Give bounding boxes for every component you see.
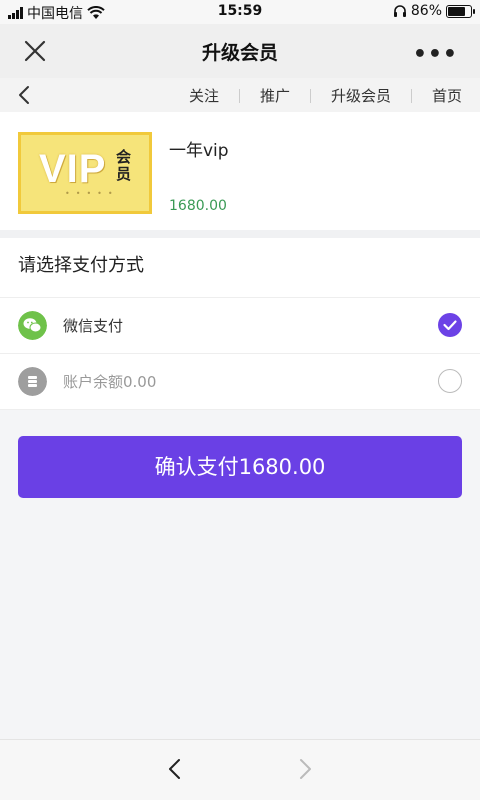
wechat-icon (18, 311, 47, 340)
nav-divider (410, 88, 412, 103)
payment-section-title: 请选择支付方式 (0, 238, 480, 298)
radio-checked-icon[interactable] (438, 313, 462, 337)
status-right: 86% (393, 3, 475, 19)
confirm-pay-button[interactable]: 确认支付1680.00 (18, 436, 462, 498)
browser-back-icon[interactable] (164, 757, 188, 781)
page-title: 升级会员 (201, 42, 278, 64)
coins-icon (18, 367, 47, 396)
product-name: 一年vip (169, 141, 229, 161)
vip-badge-decoration: ••••• (65, 189, 119, 198)
browser-forward-icon[interactable] (292, 757, 316, 781)
vip-badge-text: VIP (39, 147, 107, 191)
radio-unchecked-icon[interactable] (438, 369, 462, 393)
battery-icon (446, 4, 475, 18)
product-card: VIP 会员 ••••• 一年vip 1680.00 (0, 112, 480, 230)
nav-link-follow[interactable]: 关注 (189, 85, 219, 106)
battery-percent: 86% (410, 3, 442, 19)
status-bar: 中国电信 15:59 86% (0, 0, 480, 24)
nav-link-upgrade[interactable]: 升级会员 (331, 85, 391, 106)
product-price: 1680.00 (169, 198, 227, 214)
nav-bar: 关注 推广 升级会员 首页 (0, 78, 480, 112)
payment-option-label: 微信支付 (63, 317, 124, 335)
nav-link-home[interactable]: 首页 (432, 85, 462, 106)
headphones-icon (393, 5, 406, 17)
title-bar: 升级会员 ••• (0, 24, 480, 78)
browser-bottom-bar (0, 739, 480, 800)
vip-badge-side: 会员 (116, 148, 132, 183)
nav-links: 关注 推广 升级会员 首页 (189, 85, 462, 106)
vip-badge-image: VIP 会员 ••••• (18, 132, 152, 214)
nav-divider (309, 88, 311, 103)
section-gap (0, 230, 480, 238)
nav-divider (238, 88, 240, 103)
nav-link-promote[interactable]: 推广 (260, 85, 290, 106)
payment-option-label: 账户余额0.00 (63, 373, 157, 391)
more-menu-icon[interactable]: ••• (413, 42, 458, 67)
payment-option-balance[interactable]: 账户余额0.00 (0, 354, 480, 410)
back-chevron-icon[interactable] (14, 84, 36, 106)
payment-option-wechat[interactable]: 微信支付 (0, 298, 480, 354)
